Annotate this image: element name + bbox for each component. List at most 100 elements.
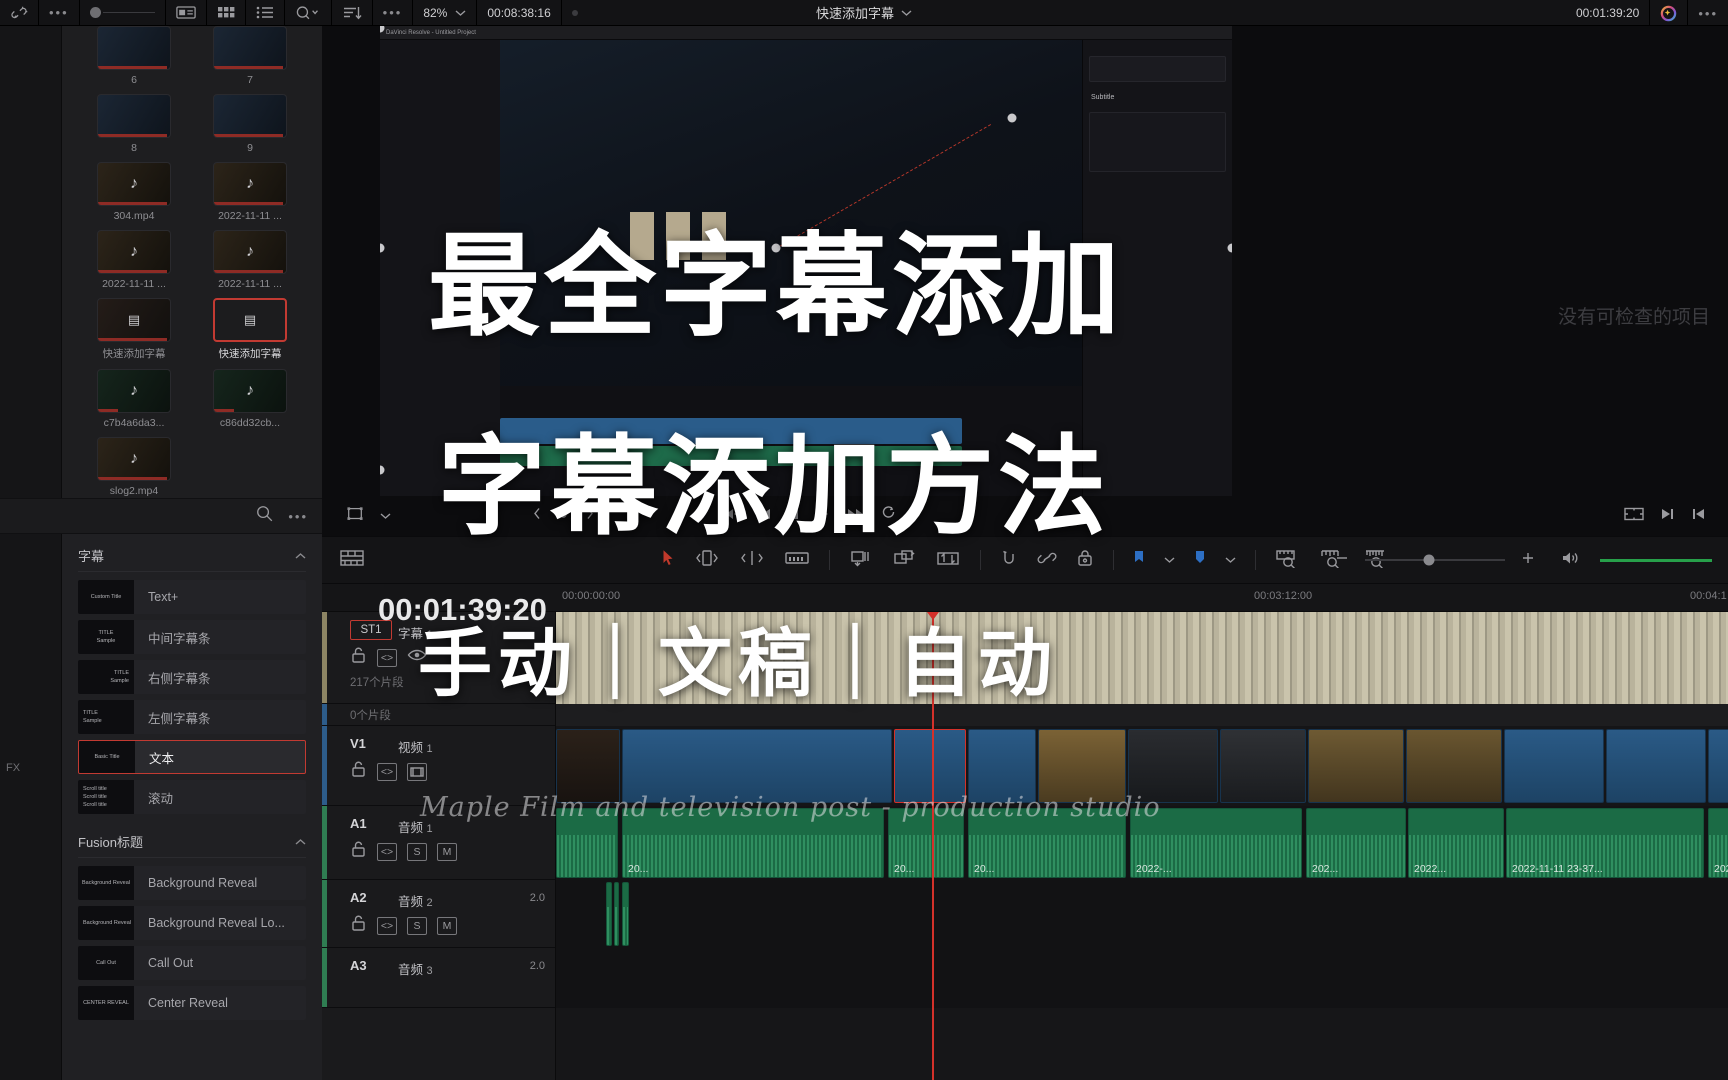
- audio-clip[interactable]: [622, 882, 629, 946]
- media-pool-item[interactable]: ♪ c86dd32cb...: [192, 369, 308, 429]
- title-template-item[interactable]: Custom Title Text+: [78, 580, 306, 614]
- media-thumbnail[interactable]: [97, 94, 171, 138]
- thumbnail-size-slider[interactable]: [80, 0, 166, 26]
- titles-more-icon[interactable]: •••: [288, 509, 308, 524]
- auto-select-icon[interactable]: <>: [377, 842, 397, 861]
- video-clip[interactable]: [1504, 729, 1604, 803]
- track-header-a2[interactable]: A2 音频 2 2.0 <> S M: [322, 880, 555, 948]
- list-view-icon[interactable]: [246, 0, 285, 26]
- media-thumbnail[interactable]: ▤: [213, 298, 287, 342]
- lock-icon[interactable]: [350, 760, 367, 783]
- audio-lane-a3[interactable]: [556, 948, 1728, 1008]
- zoom-in-icon[interactable]: [1520, 550, 1536, 571]
- audio-clip[interactable]: 2022-11-11 23-37...: [1506, 808, 1704, 878]
- media-pool-item[interactable]: ▤ 快速添加字幕: [76, 298, 192, 361]
- more-right-icon[interactable]: •••: [1688, 0, 1728, 26]
- audio-level-icon[interactable]: [1561, 550, 1581, 571]
- grid-view-icon[interactable]: [207, 0, 246, 26]
- color-wheel-icon[interactable]: [1650, 0, 1689, 26]
- chevron-down-icon[interactable]: [1225, 551, 1236, 569]
- media-thumbnail[interactable]: ♪: [213, 162, 287, 206]
- lock-icon[interactable]: [350, 646, 367, 669]
- media-thumbnail[interactable]: ♪: [97, 437, 171, 481]
- safe-area-icon[interactable]: [1624, 507, 1644, 526]
- more-icon[interactable]: •••: [373, 0, 414, 26]
- title-template-item[interactable]: Scroll title Scroll title Scroll title 滚动: [78, 780, 306, 814]
- titles-section-header[interactable]: Fusion标题: [62, 820, 322, 857]
- mute-icon[interactable]: M: [437, 842, 457, 861]
- media-pool-item[interactable]: ♪ slog2.mp4: [76, 437, 192, 497]
- media-pool-item[interactable]: 7: [192, 26, 308, 86]
- video-clip[interactable]: [1406, 729, 1502, 803]
- marker-icon[interactable]: [1194, 549, 1206, 572]
- media-pool-item[interactable]: 6: [76, 26, 192, 86]
- filmstrip-view-icon[interactable]: [166, 0, 207, 26]
- lock-icon[interactable]: [350, 840, 367, 863]
- media-thumbnail[interactable]: [97, 26, 171, 70]
- video-clip[interactable]: [1606, 729, 1706, 803]
- audio-lane-a2[interactable]: [556, 880, 1728, 948]
- mute-icon[interactable]: M: [437, 916, 457, 935]
- title-template-item[interactable]: Call Out Call Out: [78, 946, 306, 980]
- track-header-a3[interactable]: A3 音频 3 2.0: [322, 948, 555, 1008]
- media-thumbnail[interactable]: ♪: [97, 369, 171, 413]
- solo-icon[interactable]: S: [407, 916, 427, 935]
- chevron-up-icon[interactable]: [295, 834, 306, 849]
- flag-icon[interactable]: [1133, 549, 1145, 572]
- titles-section-header[interactable]: 字幕: [62, 534, 322, 571]
- title-template-item[interactable]: TITLE Sample 右侧字幕条: [78, 660, 306, 694]
- search-icon[interactable]: [285, 0, 332, 26]
- media-thumbnail[interactable]: [213, 94, 287, 138]
- next-clip-icon[interactable]: [1660, 507, 1675, 526]
- auto-select-icon[interactable]: <>: [377, 762, 397, 781]
- more-options-icon[interactable]: •••: [39, 0, 80, 26]
- media-thumbnail[interactable]: ♪: [97, 162, 171, 206]
- title-template-item[interactable]: TITLE Sample 中间字幕条: [78, 620, 306, 654]
- zoom-slider[interactable]: [1365, 554, 1505, 566]
- titles-search-icon[interactable]: [255, 504, 274, 528]
- chevron-up-icon[interactable]: [295, 548, 306, 563]
- zoom-level[interactable]: 82%: [413, 0, 478, 26]
- title-template-item[interactable]: Background Reveal Background Reveal: [78, 866, 306, 900]
- media-pool-item[interactable]: ♪ 2022-11-11 ...: [192, 230, 308, 290]
- link-broken-icon[interactable]: [0, 0, 39, 26]
- video-clip[interactable]: [1220, 729, 1306, 803]
- title-template-item[interactable]: TITLE Sample 左侧字幕条: [78, 700, 306, 734]
- audio-clip[interactable]: 202...: [1306, 808, 1406, 878]
- media-thumbnail[interactable]: [213, 26, 287, 70]
- solo-icon[interactable]: S: [407, 842, 427, 861]
- zoom-out-icon[interactable]: [1334, 550, 1350, 571]
- media-pool-item[interactable]: 9: [192, 94, 308, 154]
- media-pool-item[interactable]: ♪ 304.mp4: [76, 162, 192, 222]
- media-thumbnail[interactable]: ▤: [97, 298, 171, 342]
- sort-order-icon[interactable]: [332, 0, 373, 26]
- prev-clip-icon[interactable]: [1691, 507, 1706, 526]
- timeline-view-options-icon[interactable]: [340, 549, 364, 572]
- chevron-down-icon[interactable]: [380, 507, 391, 525]
- media-pool-item[interactable]: ▤ 快速添加字幕: [192, 298, 308, 361]
- audio-clip[interactable]: 2022-11-1: [1708, 808, 1728, 878]
- auto-select-icon[interactable]: <>: [377, 648, 397, 667]
- media-pool-item[interactable]: ♪ 2022-11-11 ...: [76, 230, 192, 290]
- media-thumbnail[interactable]: ♪: [97, 230, 171, 274]
- title-template-item[interactable]: Basic Title 文本: [78, 740, 306, 774]
- crop-icon[interactable]: [346, 505, 364, 528]
- lock-icon[interactable]: [350, 914, 367, 937]
- audio-clip[interactable]: 2022...: [1408, 808, 1504, 878]
- transform-handle-br[interactable]: [1007, 113, 1017, 123]
- resize-handle-right[interactable]: [1227, 243, 1232, 253]
- media-thumbnail[interactable]: ♪: [213, 369, 287, 413]
- media-pool-item[interactable]: ♪ c7b4a6da3...: [76, 369, 192, 429]
- auto-select-icon[interactable]: <>: [377, 916, 397, 935]
- title-template-item[interactable]: CENTER REVEAL Center Reveal: [78, 986, 306, 1020]
- title-template-item[interactable]: Background Reveal Background Reveal Lo...: [78, 906, 306, 940]
- media-pool-item[interactable]: 8: [76, 94, 192, 154]
- chevron-down-icon[interactable]: [1164, 551, 1175, 569]
- media-pool-item[interactable]: ♪ 2022-11-11 ...: [192, 162, 308, 222]
- media-thumbnail[interactable]: ♪: [213, 230, 287, 274]
- audio-clip[interactable]: [606, 882, 612, 946]
- video-clip[interactable]: [1308, 729, 1404, 803]
- audio-clip[interactable]: [614, 882, 619, 946]
- fit-timeline-icon[interactable]: [1275, 548, 1300, 573]
- video-enable-icon[interactable]: [407, 762, 427, 781]
